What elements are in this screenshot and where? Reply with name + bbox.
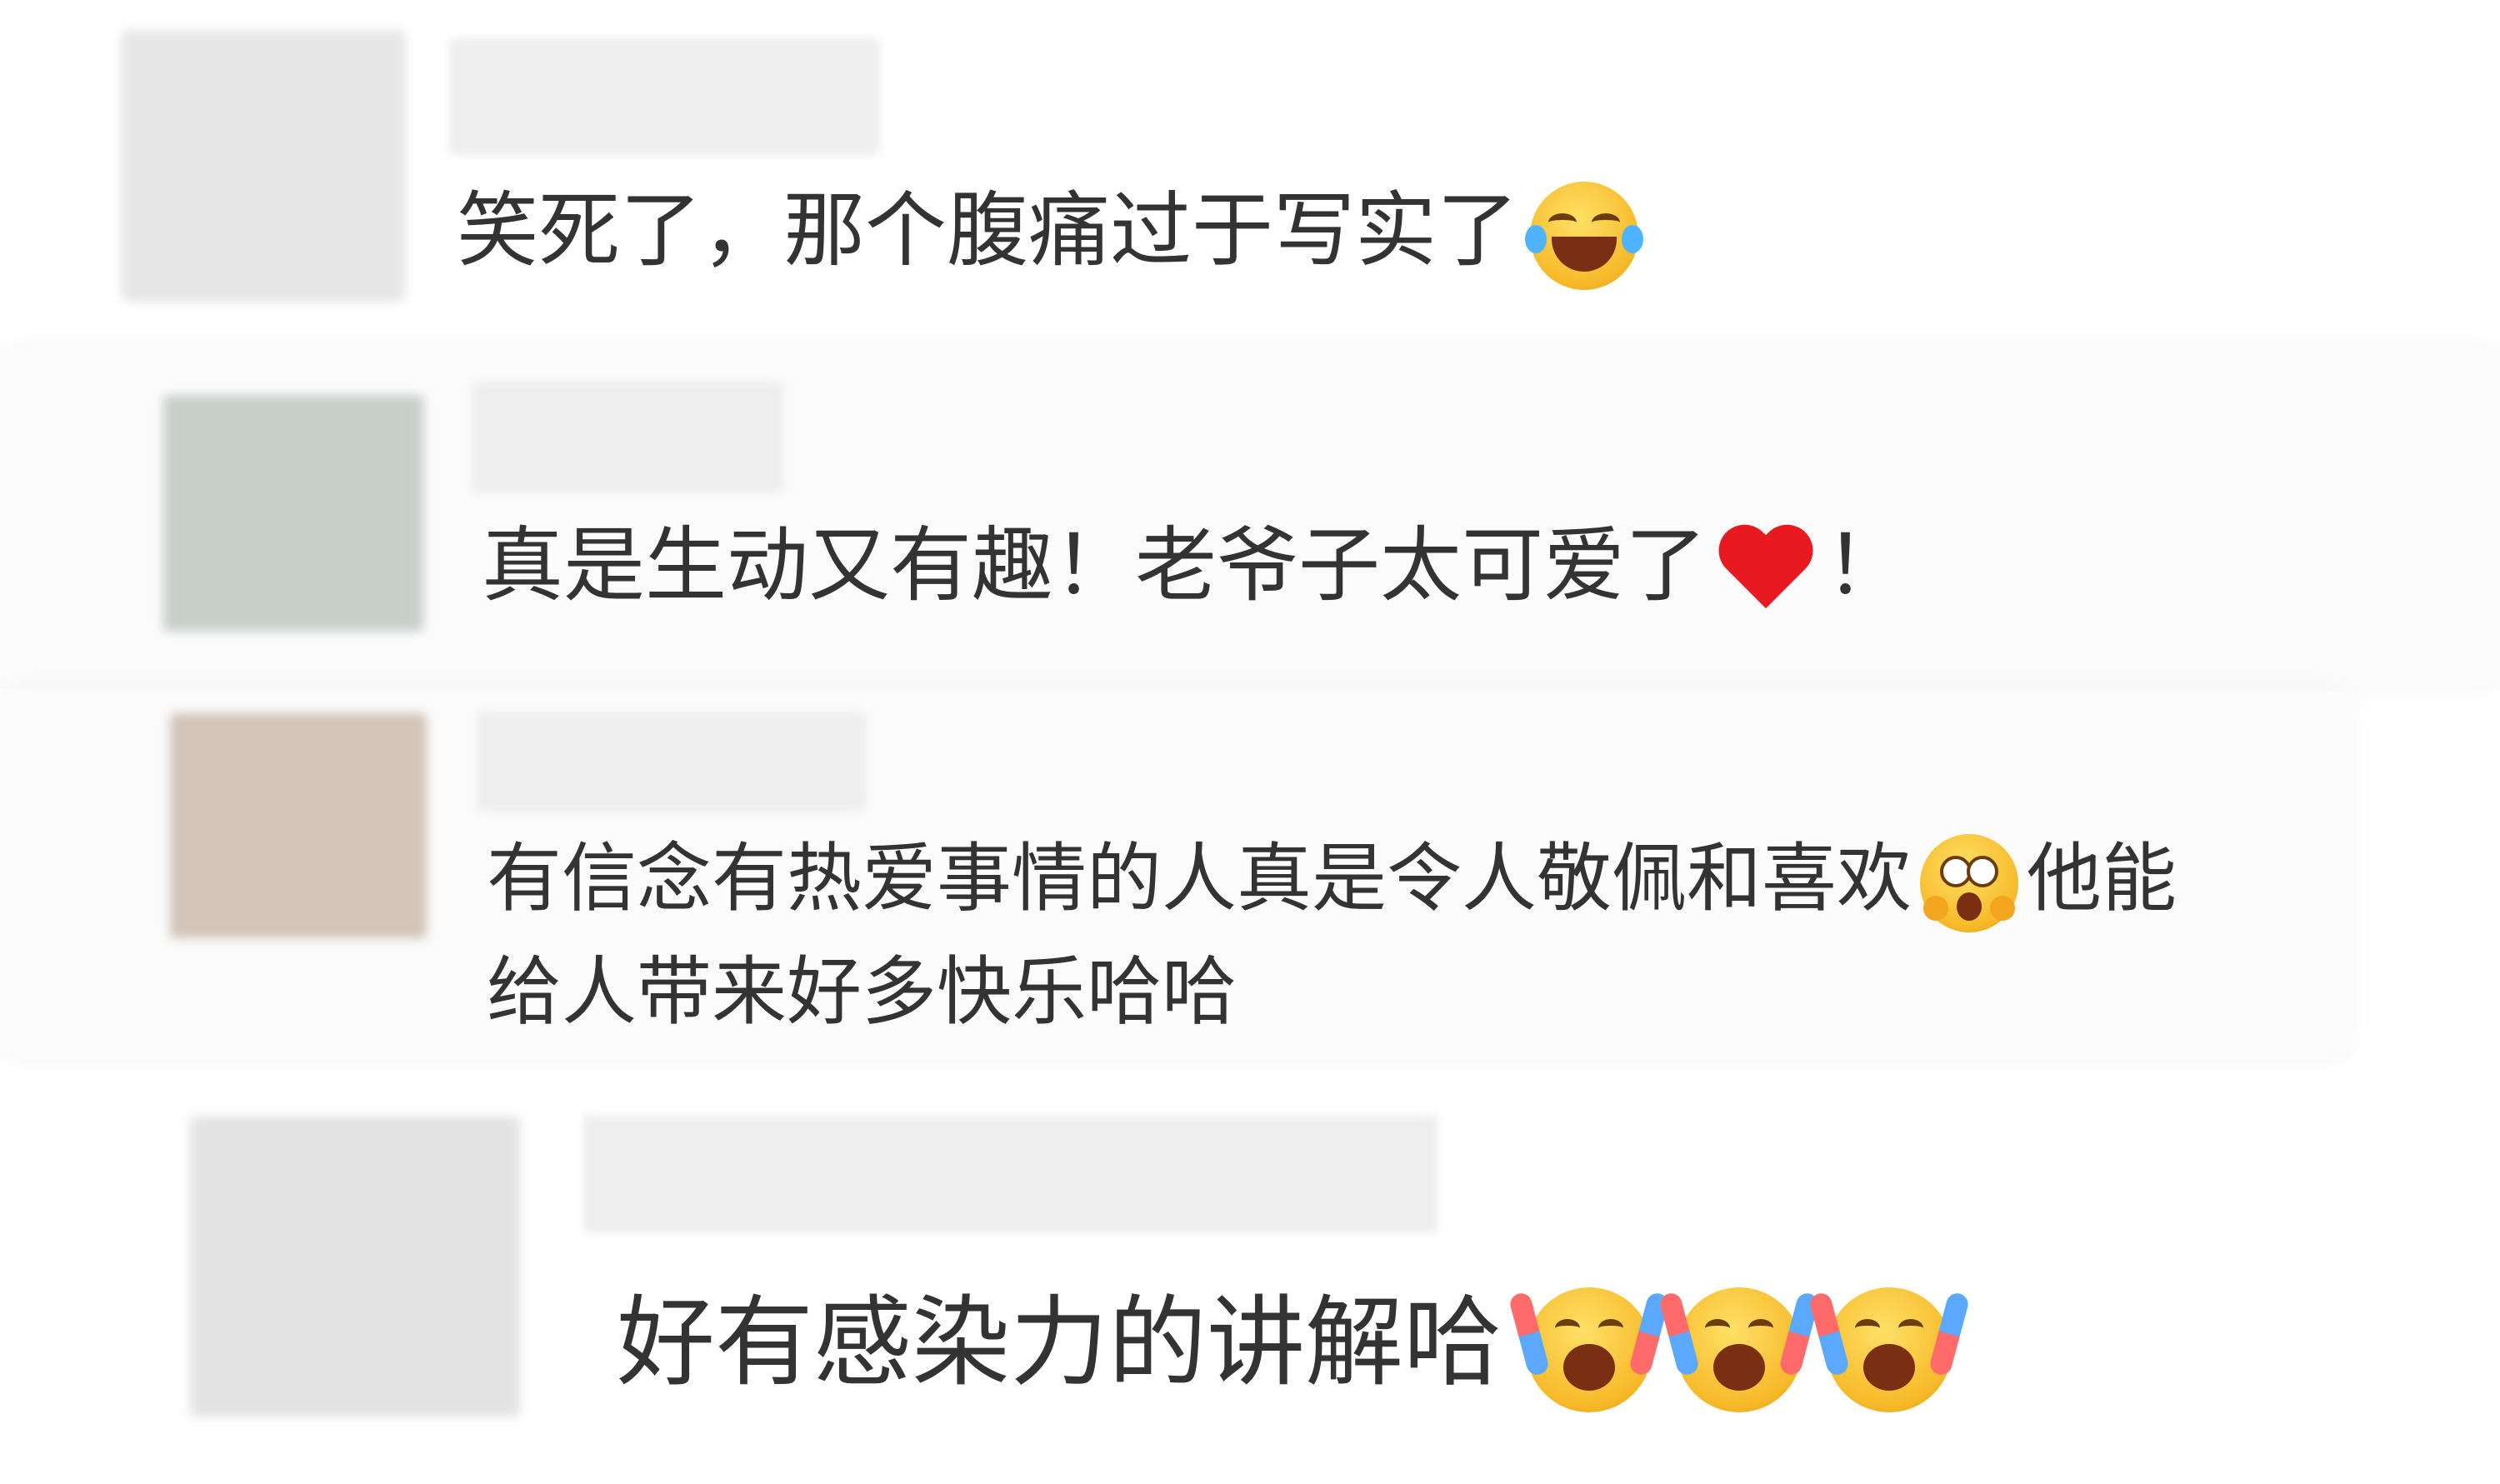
comment-body: 好有感染力的讲解哈 — [617, 1285, 1502, 1400]
username-redacted[interactable] — [472, 382, 783, 493]
avatar[interactable] — [163, 395, 423, 632]
comment-body: 给人带来好多快乐哈哈 — [487, 948, 1237, 1036]
avatar[interactable] — [170, 713, 427, 938]
amazed-face-icon — [1920, 834, 2018, 933]
cheering-face-icon — [1508, 1287, 1671, 1412]
comment-card-1: 笑死了，那个腹痛过于写实了 — [0, 0, 2500, 350]
comment-text: 真是生动又有趣！老爷子太可爱了 ！ — [482, 507, 1907, 625]
comment-card-2: 真是生动又有趣！老爷子太可爱了 ！ — [0, 347, 2500, 688]
username-redacted[interactable] — [583, 1115, 1438, 1233]
heart-icon — [1717, 527, 1815, 615]
comment-text: 笑死了，那个腹痛过于写实了 — [457, 172, 1644, 291]
comment-body: 真是生动又有趣！老爷子太可爱了 — [482, 518, 1708, 613]
comment-card-4: 好有感染力的讲解哈 — [0, 1075, 2500, 1484]
cheering-face-icon — [1658, 1287, 1821, 1412]
username-redacted[interactable] — [448, 38, 880, 155]
comment-card-3: 有信念有热爱事情的人真是令人敬佩和喜欢 他能 给人带来好多快乐哈哈 — [0, 692, 2350, 1058]
comment-body: 有信念有热爱事情的人真是令人敬佩和喜欢 — [487, 835, 1912, 922]
comment-text-line-1: 有信念有热爱事情的人真是令人敬佩和喜欢 他能 — [487, 825, 2177, 934]
cheering-face-icon — [1808, 1287, 1971, 1412]
comment-text-line-2: 给人带来好多快乐哈哈 — [487, 938, 1237, 1047]
comment-body: 笑死了，那个腹痛过于写实了 — [457, 183, 1519, 278]
avatar[interactable] — [122, 30, 405, 302]
comment-suffix: ！ — [1825, 518, 1908, 613]
laughing-crying-icon — [1525, 182, 1644, 291]
avatar[interactable] — [190, 1117, 520, 1417]
username-redacted[interactable] — [477, 712, 867, 812]
comment-body-continued: 他能 — [2027, 835, 2177, 922]
comment-text: 好有感染力的讲解哈 — [617, 1272, 1971, 1414]
